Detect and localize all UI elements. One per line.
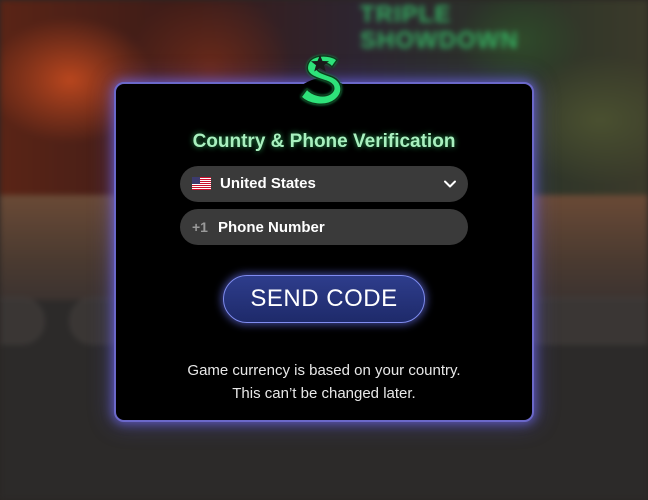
phone-field: +1 (180, 209, 468, 245)
background-pill (520, 298, 648, 344)
selected-country-label: United States (220, 175, 316, 192)
background-pill (0, 298, 44, 344)
country-select[interactable]: United States (180, 166, 468, 202)
modal-title: Country & Phone Verification (192, 131, 456, 152)
brand-s-logo-icon (298, 55, 348, 105)
dial-code: +1 (192, 219, 208, 235)
send-code-button[interactable]: SEND CODE (223, 275, 425, 323)
chevron-down-icon (444, 180, 456, 188)
phone-number-input[interactable] (218, 209, 458, 245)
currency-notice-line2: This can’t be changed later. (232, 385, 416, 402)
us-flag-icon (192, 177, 211, 190)
background-promo-title: TRIPLE SHOWDOWN (360, 1, 519, 54)
currency-notice-line1: Game currency is based on your country. (187, 362, 461, 379)
